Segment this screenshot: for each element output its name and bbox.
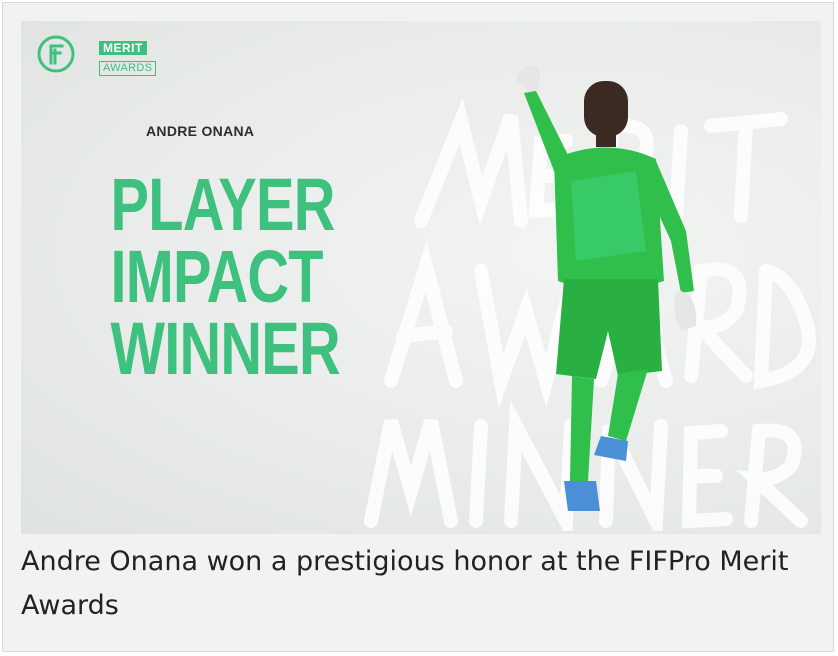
merit-awards-badge: MERIT AWARDS bbox=[99, 37, 169, 76]
badge-top-label: MERIT bbox=[99, 41, 147, 55]
image-caption: Andre Onana won a prestigious honor at t… bbox=[21, 546, 789, 621]
award-headline: PLAYER IMPACT WINNER bbox=[83, 163, 341, 390]
headline-line-2: IMPACT bbox=[110, 235, 324, 318]
fifpro-logo-icon bbox=[37, 35, 75, 73]
player-figure bbox=[476, 41, 716, 531]
headline-line-1: PLAYER bbox=[110, 163, 336, 246]
headline-line-3: WINNER bbox=[110, 307, 341, 390]
badge-bottom-label: AWARDS bbox=[99, 61, 157, 76]
article-card: MERIT AWARDS ANDRE ONANA PLAYER IMPACT W… bbox=[2, 2, 834, 652]
hero-image: MERIT AWARDS ANDRE ONANA PLAYER IMPACT W… bbox=[21, 21, 821, 534]
goalkeeper-illustration bbox=[516, 65, 697, 511]
player-name: ANDRE ONANA bbox=[146, 123, 255, 139]
